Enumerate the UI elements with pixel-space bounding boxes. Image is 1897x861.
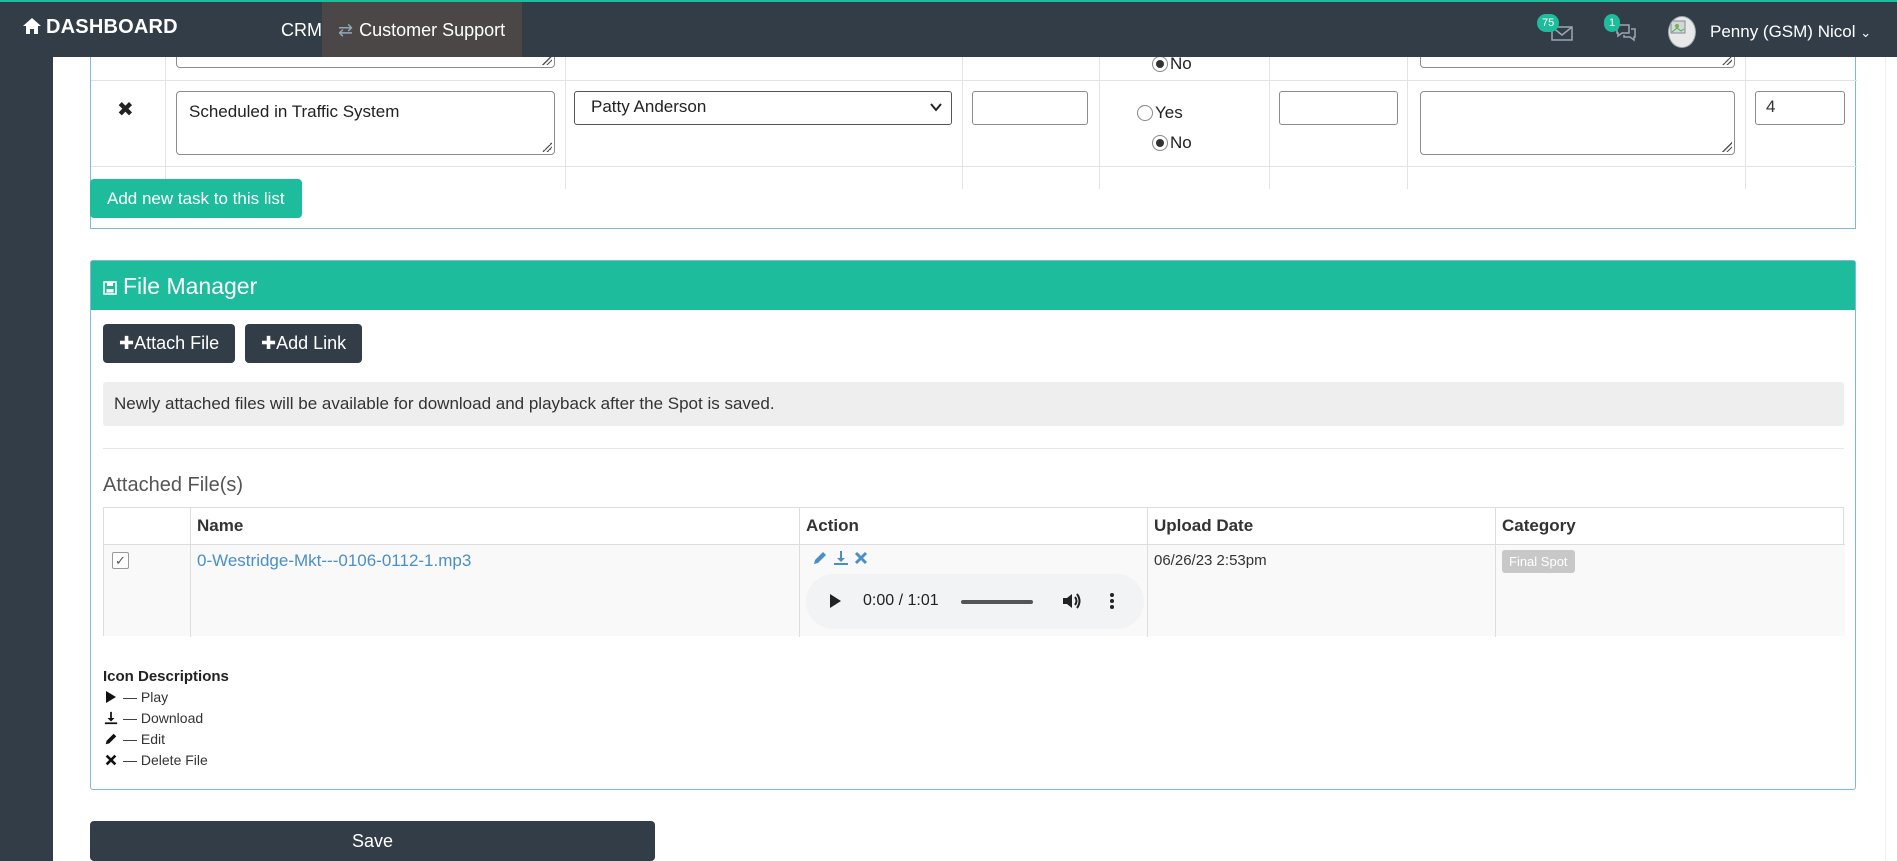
task-order-value: 4 bbox=[1766, 97, 1776, 116]
main-content: No ✖ Scheduled in Traffic System Patty A… bbox=[53, 47, 1897, 861]
column-header-category: Category bbox=[1502, 516, 1576, 535]
icon-desc-label: — Delete File bbox=[123, 752, 208, 768]
category-badge: Final Spot bbox=[1502, 550, 1575, 573]
remove-task-icon[interactable]: ✖ bbox=[117, 97, 134, 122]
file-select-checkbox[interactable]: ✓ bbox=[112, 552, 129, 569]
chevron-down-icon: ⌄ bbox=[1860, 25, 1872, 40]
attach-file-label: Attach File bbox=[134, 333, 220, 353]
nav-crm[interactable]: CRM bbox=[281, 20, 322, 41]
file-manager-title: File Manager bbox=[123, 273, 258, 299]
more-options-icon[interactable] bbox=[1109, 592, 1115, 610]
col-divider bbox=[1269, 47, 1270, 189]
row-divider bbox=[91, 80, 1857, 81]
col-divider bbox=[191, 508, 800, 637]
complete-no-radio[interactable]: No bbox=[1152, 133, 1192, 153]
header-divider bbox=[104, 544, 1845, 545]
col-divider bbox=[165, 47, 166, 189]
exchange-icon: ⇄ bbox=[338, 20, 354, 40]
radio-label: No bbox=[1170, 54, 1192, 73]
add-link-button[interactable]: ✚Add Link bbox=[245, 324, 363, 363]
user-menu[interactable]: Penny (GSM) Nicol ⌄ bbox=[1668, 16, 1872, 48]
icon-desc-play: — Play bbox=[103, 689, 168, 705]
volume-icon[interactable] bbox=[1062, 592, 1082, 610]
download-icon bbox=[103, 710, 119, 726]
scrollbar[interactable] bbox=[1885, 57, 1897, 861]
plus-icon: ✚ bbox=[119, 333, 135, 353]
task-description-value: Scheduled in Traffic System bbox=[189, 102, 400, 121]
task-order-input[interactable]: 4 bbox=[1755, 91, 1845, 125]
download-icon[interactable] bbox=[833, 550, 849, 566]
user-name: Penny (GSM) Nicol ⌄ bbox=[1710, 22, 1872, 41]
attach-file-button[interactable]: ✚Attach File bbox=[103, 324, 236, 363]
assignee-select[interactable]: Patty Anderson bbox=[574, 91, 952, 125]
audio-progress-slider[interactable] bbox=[961, 600, 1033, 604]
edit-icon bbox=[103, 732, 119, 746]
completed-date-input[interactable] bbox=[1279, 91, 1398, 125]
upload-date: 06/26/23 2:53pm bbox=[1154, 552, 1267, 569]
attached-files-title: Attached File(s) bbox=[103, 474, 244, 496]
nav-customer-support[interactable]: ⇄ Customer Support bbox=[322, 2, 522, 57]
task-list-panel: No ✖ Scheduled in Traffic System Patty A… bbox=[90, 47, 1857, 229]
assignee-value: Patty Anderson bbox=[591, 97, 707, 116]
messages-button[interactable]: 75 bbox=[1537, 14, 1573, 44]
chat-button[interactable]: 1 bbox=[1604, 14, 1640, 44]
brand-label: DASHBOARD bbox=[46, 16, 178, 38]
column-header-action: Action bbox=[806, 516, 859, 535]
avatar bbox=[1668, 16, 1696, 48]
task-notes-textarea[interactable] bbox=[1420, 91, 1735, 155]
plus-icon: ✚ bbox=[261, 333, 277, 353]
icon-desc-download: — Download bbox=[103, 710, 203, 726]
dashboard-link[interactable]: DASHBOARD bbox=[22, 16, 178, 39]
icon-desc-label: — Edit bbox=[123, 731, 166, 747]
home-icon bbox=[23, 18, 41, 34]
icon-descriptions-title: Icon Descriptions bbox=[103, 668, 229, 685]
play-icon[interactable] bbox=[828, 593, 842, 609]
audio-time: 0:00 / 1:01 bbox=[863, 592, 939, 609]
complete-yes-radio[interactable]: Yes bbox=[1137, 103, 1183, 123]
complete-no-radio[interactable]: No bbox=[1152, 54, 1192, 74]
icon-desc-label: — Play bbox=[123, 689, 169, 705]
icon-desc-delete: — Delete File bbox=[103, 752, 208, 768]
due-date-input[interactable] bbox=[972, 91, 1088, 125]
upload-notice: Newly attached files will be available f… bbox=[103, 382, 1844, 426]
delete-icon[interactable] bbox=[853, 550, 869, 566]
file-name-link[interactable]: 0-Westridge-Mkt---0106-0112-1.mp3 bbox=[197, 551, 471, 571]
top-navbar: DASHBOARD CRM ⇄ Customer Support 75 1 Pen… bbox=[0, 0, 1897, 57]
floppy-disk-icon bbox=[103, 281, 117, 295]
col-divider bbox=[1745, 47, 1746, 189]
nav-customer-support-label: Customer Support bbox=[359, 20, 506, 40]
col-divider bbox=[1407, 47, 1408, 189]
chat-count-badge: 1 bbox=[1604, 14, 1621, 32]
row-divider bbox=[91, 166, 1857, 167]
divider bbox=[103, 448, 1844, 449]
delete-icon bbox=[103, 753, 119, 767]
radio-label: No bbox=[1170, 133, 1192, 152]
icon-desc-label: — Download bbox=[123, 710, 204, 726]
file-manager-header: File Manager bbox=[91, 261, 1855, 310]
attached-files-table: Name Action Upload Date Category ✓ 0-Wes… bbox=[103, 507, 1845, 637]
chevron-down-icon bbox=[930, 103, 942, 112]
play-icon bbox=[103, 690, 119, 704]
column-header-name: Name bbox=[197, 516, 244, 535]
messages-count-badge: 75 bbox=[1537, 14, 1560, 32]
edit-icon[interactable] bbox=[812, 550, 828, 566]
audio-player: 0:00 / 1:01 bbox=[806, 574, 1144, 629]
col-divider bbox=[565, 47, 566, 189]
col-divider bbox=[1099, 47, 1100, 189]
file-manager-panel: File Manager ✚Attach File ✚Add Link Newl… bbox=[90, 260, 1856, 790]
task-description-textarea[interactable]: Scheduled in Traffic System bbox=[176, 91, 555, 155]
radio-label: Yes bbox=[1155, 103, 1183, 122]
save-button[interactable]: Save bbox=[90, 821, 655, 861]
icon-desc-edit: — Edit bbox=[103, 731, 165, 747]
column-header-upload-date: Upload Date bbox=[1154, 516, 1254, 535]
add-task-button[interactable]: Add new task to this list bbox=[90, 179, 302, 218]
col-divider bbox=[962, 47, 963, 189]
add-link-label: Add Link bbox=[276, 333, 347, 353]
col-divider bbox=[104, 508, 191, 637]
